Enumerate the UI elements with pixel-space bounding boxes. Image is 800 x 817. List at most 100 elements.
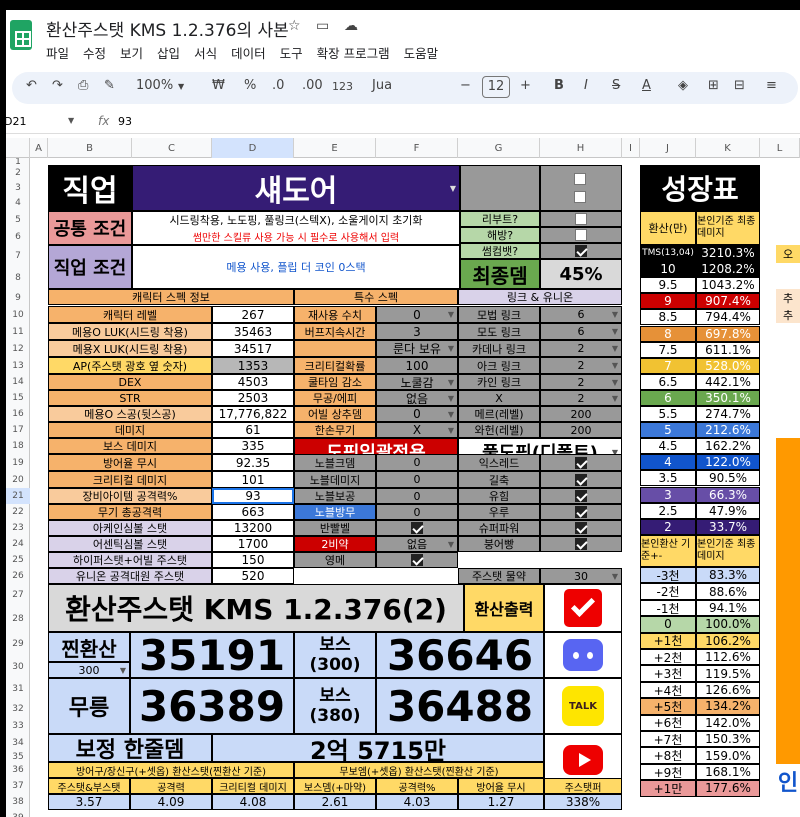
row-header-21[interactable]: 21: [6, 488, 30, 504]
document-title[interactable]: 환산주스탯 KMS 1.2.376의 사본: [46, 16, 289, 41]
text-color-button[interactable]: A: [642, 78, 651, 93]
spec-value-input[interactable]: 267: [212, 306, 294, 323]
formula-input[interactable]: 93: [118, 115, 132, 128]
spec-value-input[interactable]: 663: [212, 504, 294, 520]
strikethrough-button[interactable]: S: [612, 78, 620, 93]
spec-value-input[interactable]: 35463: [212, 323, 294, 340]
checkbox[interactable]: [575, 538, 587, 550]
cell-reference-box[interactable]: D21: [6, 115, 26, 128]
menu-data[interactable]: 데이터: [231, 43, 266, 62]
spec-value-input[interactable]: 13200: [212, 520, 294, 536]
nobless-value[interactable]: 0: [376, 488, 458, 504]
nobless-value[interactable]: 없음 ▼: [376, 536, 458, 552]
column-header-A[interactable]: A: [30, 138, 48, 158]
row-header-34[interactable]: 34: [6, 734, 30, 752]
undo-icon[interactable]: ↶: [26, 78, 37, 93]
column-header-K[interactable]: K: [696, 138, 760, 158]
row-header-8[interactable]: 8: [6, 267, 30, 289]
merge-cells-icon[interactable]: ⊟: [734, 78, 745, 93]
fill-color-icon[interactable]: ◈: [678, 78, 688, 93]
row-header-18[interactable]: 18: [6, 438, 30, 454]
dropdown-chevron-icon[interactable]: ▼: [612, 361, 618, 370]
dropdown-chevron-icon[interactable]: ▼: [448, 540, 454, 549]
row-header-32[interactable]: 32: [6, 700, 30, 718]
liberate-checkbox[interactable]: [540, 227, 622, 243]
row-header-14[interactable]: 14: [6, 374, 30, 390]
row-header-26[interactable]: 26: [6, 568, 30, 584]
font-size-increase-icon[interactable]: +: [520, 78, 531, 93]
print-icon[interactable]: ⎙: [78, 78, 88, 93]
checkbox[interactable]: [411, 554, 423, 566]
buff-checkbox[interactable]: [540, 488, 622, 504]
cloud-status-icon[interactable]: ☁: [344, 18, 358, 34]
spec-value-input[interactable]: 520: [212, 568, 294, 584]
nobless-value[interactable]: [376, 520, 458, 536]
spec-value-input[interactable]: 1700: [212, 536, 294, 552]
checkbox[interactable]: [575, 506, 587, 518]
checkbox[interactable]: [575, 522, 587, 534]
nobless-value[interactable]: [376, 552, 458, 568]
discord-button[interactable]: [544, 632, 622, 678]
more-formats-button[interactable]: 123: [332, 80, 353, 93]
buff-checkbox[interactable]: [540, 536, 622, 552]
dropdown-chevron-icon[interactable]: ▼: [612, 394, 618, 403]
link-value[interactable]: 2 ▼: [540, 357, 622, 374]
borders-icon[interactable]: ⊞: [708, 78, 719, 93]
column-header-G[interactable]: G: [458, 138, 540, 158]
link-value[interactable]: 2 ▼: [540, 374, 622, 390]
special-spec-value[interactable]: 0 ▼: [376, 306, 458, 323]
spec-value-input[interactable]: 101: [212, 471, 294, 488]
jjin-level-dropdown-icon[interactable]: ▼: [120, 666, 126, 675]
more-icon[interactable]: ≡: [766, 78, 777, 93]
menu-format[interactable]: 서식: [194, 43, 217, 62]
link-value[interactable]: 2 ▼: [540, 390, 622, 406]
sheets-logo-icon[interactable]: [10, 20, 32, 50]
buff-checkbox[interactable]: [540, 504, 622, 520]
row-header-35[interactable]: 35: [6, 752, 30, 762]
row-header-36[interactable]: 36: [6, 762, 30, 778]
column-header-I[interactable]: I: [622, 138, 640, 158]
dropdown-chevron-icon[interactable]: ▼: [612, 327, 618, 336]
dropdown-chevron-icon[interactable]: ▼: [448, 426, 454, 435]
spec-value-input[interactable]: 61: [212, 422, 294, 438]
percent-format-button[interactable]: %: [244, 78, 256, 93]
column-header-B[interactable]: B: [48, 138, 132, 158]
dropdown-chevron-icon[interactable]: ▼: [612, 310, 618, 319]
link-value[interactable]: 6 ▼: [540, 306, 622, 323]
jjin-level-select[interactable]: 300 ▼: [48, 662, 130, 678]
special-spec-value[interactable]: 100: [376, 357, 458, 374]
nobless-value[interactable]: 0: [376, 504, 458, 520]
row-header-19[interactable]: 19: [6, 454, 30, 471]
row-header-39[interactable]: 39: [6, 810, 30, 817]
zoom-select[interactable]: 100%: [136, 78, 173, 93]
blank-checkbox-1[interactable]: [574, 170, 586, 189]
dropdown-chevron-icon[interactable]: ▼: [612, 572, 618, 581]
dropdown-chevron-icon[interactable]: ▼: [448, 344, 454, 353]
row-header-30[interactable]: 30: [6, 655, 30, 678]
buff-checkbox[interactable]: [540, 520, 622, 536]
job-dropdown-icon[interactable]: ▼: [450, 184, 456, 193]
row-header-4[interactable]: 4: [6, 195, 30, 211]
font-size-input[interactable]: 12: [482, 76, 510, 98]
dropdown-chevron-icon[interactable]: ▼: [448, 310, 454, 319]
column-header-L[interactable]: L: [760, 138, 800, 158]
row-header-25[interactable]: 25: [6, 552, 30, 568]
decrease-decimal-button[interactable]: .0: [272, 78, 284, 93]
font-size-decrease-icon[interactable]: −: [460, 78, 471, 93]
row-header-37[interactable]: 37: [6, 778, 30, 794]
star-icon[interactable]: ☆: [288, 18, 301, 34]
kakao-button[interactable]: TALK: [544, 678, 622, 734]
dropdown-chevron-icon[interactable]: ▼: [612, 344, 618, 353]
row-header-28[interactable]: 28: [6, 606, 30, 632]
row-header-6[interactable]: 6: [6, 228, 30, 245]
spec-value-input[interactable]: 92.35: [212, 454, 294, 471]
selected-cell-d21[interactable]: [212, 488, 294, 504]
row-header-20[interactable]: 20: [6, 471, 30, 488]
special-spec-value[interactable]: X ▼: [376, 422, 458, 438]
link-value[interactable]: 200: [540, 422, 622, 438]
paint-format-icon[interactable]: ✎: [104, 78, 115, 93]
special-spec-value[interactable]: 룬다 보유 ▼: [376, 340, 458, 357]
column-header-H[interactable]: H: [540, 138, 622, 158]
spec-value-input[interactable]: 17,776,822: [212, 406, 294, 422]
row-header-16[interactable]: 16: [6, 406, 30, 422]
